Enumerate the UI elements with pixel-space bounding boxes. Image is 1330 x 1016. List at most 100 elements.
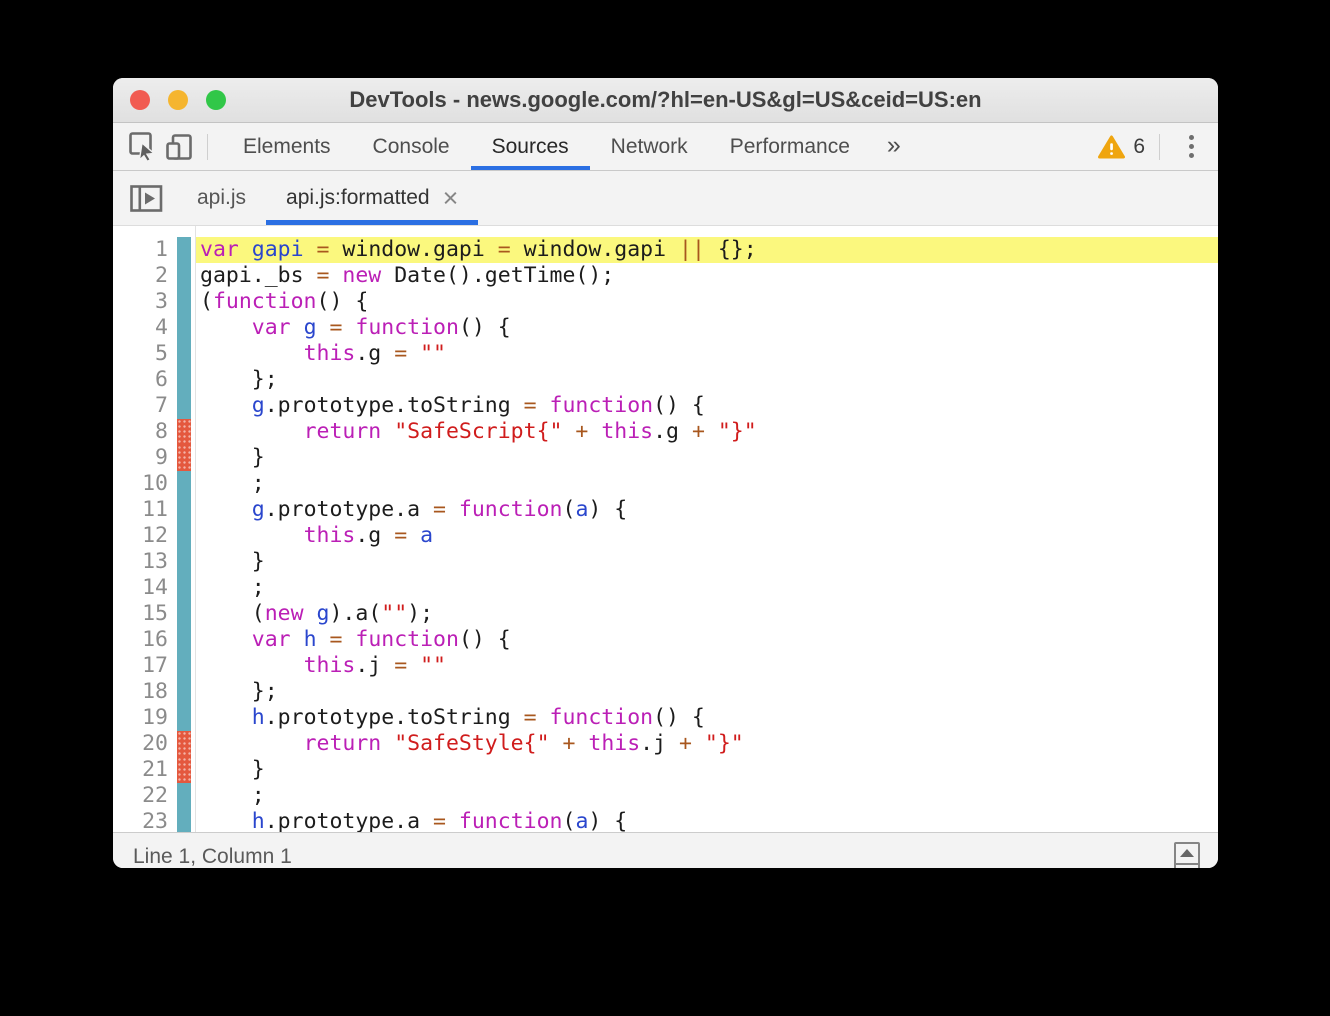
warnings-badge[interactable]: 6 [1098,135,1145,159]
line-number[interactable]: 23 [113,809,168,832]
code-line: 1 var gapi = window.gapi = window.gapi ||… [113,237,1218,263]
gutter-marker-teal [177,471,191,497]
code-line: 16 var h = function() { [113,627,1218,653]
gutter-marker-teal [177,679,191,705]
file-tab-api.js[interactable]: api.js [177,171,266,225]
gutter-marker-teal [177,705,191,731]
code-line-content[interactable]: h.prototype.a = function(a) { [195,809,1218,832]
code-line: 18 }; [113,679,1218,705]
devtools-window: DevTools - news.google.com/?hl=en-US&gl=… [113,78,1218,868]
code-line: 12 this.g = a [113,523,1218,549]
line-number[interactable]: 15 [113,601,168,627]
toolbar-separator [1159,133,1160,160]
line-number[interactable]: 12 [113,523,168,549]
line-number[interactable]: 16 [113,627,168,653]
line-number[interactable]: 22 [113,783,168,809]
line-number[interactable]: 11 [113,497,168,523]
code-line-content[interactable]: }; [195,367,1218,393]
line-number[interactable]: 2 [113,263,168,289]
code-line-content[interactable]: } [195,757,1218,783]
line-number[interactable]: 19 [113,705,168,731]
line-number[interactable]: 9 [113,445,168,471]
code-line-content[interactable]: var g = function() { [195,315,1218,341]
line-number[interactable]: 13 [113,549,168,575]
panel-tab-performance[interactable]: Performance [709,123,871,170]
code-line: 15 (new g).a(""); [113,601,1218,627]
gutter-marker-teal [177,341,191,367]
close-window-button[interactable] [130,90,150,110]
line-number[interactable]: 8 [113,419,168,445]
gutter-marker-teal [177,575,191,601]
cursor-position: Line 1, Column 1 [133,844,292,868]
code-line: 7 g.prototype.toString = function() { [113,393,1218,419]
line-number[interactable]: 7 [113,393,168,419]
line-number[interactable]: 3 [113,289,168,315]
code-line-content[interactable]: (new g).a(""); [195,601,1218,627]
gutter-marker-red [177,757,191,783]
code-line-content[interactable]: return "SafeScript{" + this.g + "}" [195,419,1218,445]
code-line-content[interactable]: var gapi = window.gapi = window.gapi || … [195,237,1218,263]
code-line-content[interactable]: g.prototype.a = function(a) { [195,497,1218,523]
line-number[interactable]: 1 [113,237,168,263]
file-tab-label: api.js [197,186,247,209]
toolbar-right-group: 6 [1098,123,1218,170]
panel-tab-console[interactable]: Console [352,123,471,170]
line-number[interactable]: 14 [113,575,168,601]
code-line: 5 this.g = "" [113,341,1218,367]
code-line-content[interactable]: ; [195,575,1218,601]
code-line: 10 ; [113,471,1218,497]
toolbar-separator [207,133,208,160]
line-number[interactable]: 4 [113,315,168,341]
gutter-marker-teal [177,627,191,653]
code-line-content[interactable]: return "SafeStyle{" + this.j + "}" [195,731,1218,757]
line-number[interactable]: 5 [113,341,168,367]
close-tab-icon[interactable]: × [443,184,459,212]
line-number[interactable]: 17 [113,653,168,679]
code-line: 14 ; [113,575,1218,601]
minimize-window-button[interactable] [168,90,188,110]
panel-tab-sources[interactable]: Sources [471,123,590,170]
code-line-content[interactable]: } [195,549,1218,575]
kebab-dot [1188,135,1194,140]
panel-tab-elements[interactable]: Elements [222,123,352,170]
code-line-content[interactable]: ; [195,783,1218,809]
code-line: 23 h.prototype.a = function(a) { [113,809,1218,832]
zoom-window-button[interactable] [206,90,226,110]
code-line-content[interactable]: this.g = a [195,523,1218,549]
warning-triangle-icon [1098,135,1126,158]
line-number[interactable]: 10 [113,471,168,497]
code-line-content[interactable]: gapi._bs = new Date().getTime(); [195,263,1218,289]
code-line-content[interactable]: var h = function() { [195,627,1218,653]
device-toolbar-button[interactable] [161,129,197,165]
code-line-content[interactable]: this.g = "" [195,341,1218,367]
code-line: 4 var g = function() { [113,315,1218,341]
gutter-marker-red [177,445,191,471]
line-number[interactable]: 20 [113,731,168,757]
line-number[interactable]: 18 [113,679,168,705]
line-number[interactable]: 21 [113,757,168,783]
code-line-content[interactable]: g.prototype.toString = function() { [195,393,1218,419]
inspect-element-button[interactable] [125,129,161,165]
panel-tab-network[interactable]: Network [590,123,709,170]
warning-count: 6 [1133,134,1145,158]
show-navigator-icon [129,184,162,212]
code-editor[interactable]: 1 var gapi = window.gapi = window.gapi ||… [113,226,1218,832]
show-navigator-button[interactable] [123,178,169,218]
line-number[interactable]: 6 [113,367,168,393]
device-toolbar-icon [166,133,192,160]
expand-panel-button[interactable] [1174,841,1200,868]
file-tab-api.js:formatted[interactable]: api.js:formatted × [266,171,478,225]
gutter-marker-teal [177,289,191,315]
code-line-content[interactable]: h.prototype.toString = function() { [195,705,1218,731]
code-line: 2 gapi._bs = new Date().getTime(); [113,263,1218,289]
more-panels-button[interactable]: » [887,131,901,163]
code-line-content[interactable]: }; [195,679,1218,705]
code-line-content[interactable]: this.j = "" [195,653,1218,679]
status-bar: Line 1, Column 1 [113,832,1218,868]
kebab-menu-button[interactable] [1174,135,1208,158]
code-line-content[interactable]: } [195,445,1218,471]
code-line-content[interactable]: (function() { [195,289,1218,315]
code-line-content[interactable]: ; [195,471,1218,497]
kebab-dot [1188,153,1194,158]
gutter-marker-teal [177,315,191,341]
